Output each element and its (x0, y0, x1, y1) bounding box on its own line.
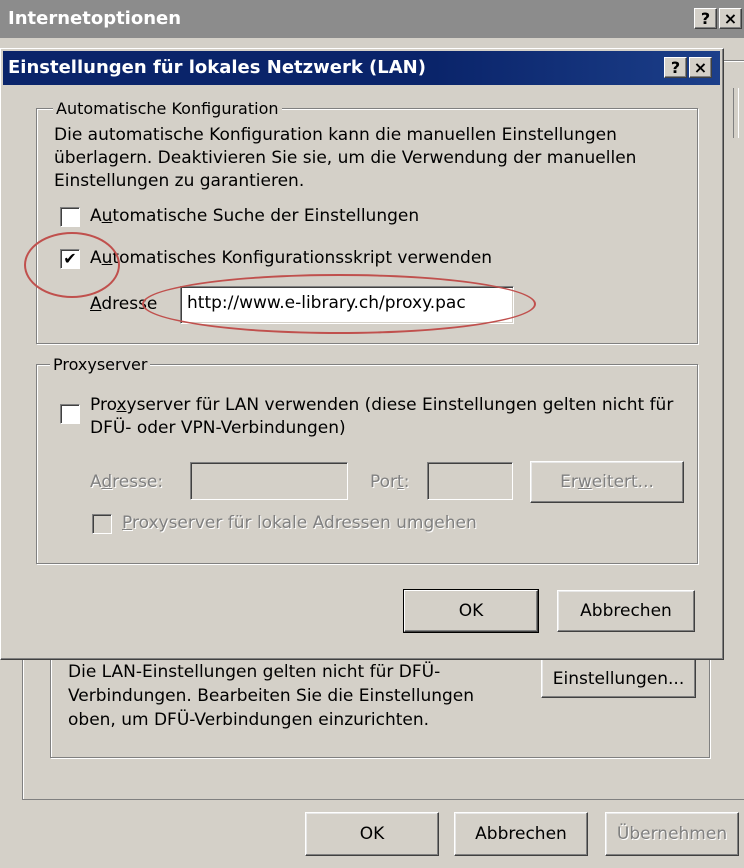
outer-lan-info: Die LAN-Einstellungen gelten nicht für D… (68, 662, 475, 730)
advanced-button[interactable]: Erweitert... (530, 461, 684, 503)
use-proxy-checkbox[interactable] (60, 404, 80, 424)
bypass-local-label: Proxyserver für lokale Adressen umgehen (122, 513, 477, 533)
outer-panel-edge (733, 88, 739, 138)
annotation-circle-address (142, 274, 536, 334)
proxy-port-label: Port: (370, 472, 410, 492)
lan-dialog-title: Einstellungen für lokales Netzwerk (LAN) (8, 57, 426, 78)
proxy-address-input[interactable] (190, 462, 348, 500)
outer-titlebar: Internetoptionen (0, 0, 744, 38)
auto-detect-checkbox[interactable] (60, 207, 80, 227)
dialog-help-button[interactable]: ? (664, 57, 687, 78)
outer-apply-label: Übernehmen (616, 824, 728, 844)
auto-config-description: Die automatische Konfiguration kann die … (54, 125, 637, 191)
outer-ok-button[interactable]: OK (305, 812, 439, 856)
dialog-cancel-button[interactable]: Abbrechen (557, 590, 695, 632)
outer-ok-label: OK (359, 824, 385, 844)
outer-help-button[interactable]: ? (694, 8, 717, 29)
auto-detect-label: Automatische Suche der Einstellungen (90, 206, 420, 226)
proxy-legend: Proxyserver (50, 355, 151, 374)
use-proxy-label: Proxyserver für LAN verwenden (diese Ein… (90, 395, 674, 438)
use-script-label: Automatisches Konfigurationsskript verwe… (90, 248, 493, 268)
outer-apply-button[interactable]: Übernehmen (605, 812, 739, 856)
outer-cancel-button[interactable]: Abbrechen (454, 812, 588, 856)
dialog-cancel-label: Abbrechen (580, 601, 672, 621)
outer-close-button[interactable]: × (719, 8, 742, 29)
proxy-address-label: Adresse: (90, 472, 164, 492)
outer-settings-button[interactable]: Einstellungen... (541, 658, 696, 698)
dialog-close-button[interactable]: × (689, 57, 712, 78)
proxy-port-input[interactable] (427, 462, 513, 500)
dialog-ok-button[interactable]: OK (404, 590, 538, 632)
outer-title: Internetoptionen (8, 8, 182, 29)
outer-cancel-label: Abbrechen (475, 824, 567, 844)
outer-settings-label: Einstellungen... (552, 669, 685, 689)
annotation-circle-checkbox (24, 232, 120, 298)
auto-config-legend: Automatische Konfiguration (53, 99, 282, 118)
bypass-local-checkbox[interactable] (92, 514, 112, 534)
dialog-ok-label: OK (458, 601, 484, 621)
